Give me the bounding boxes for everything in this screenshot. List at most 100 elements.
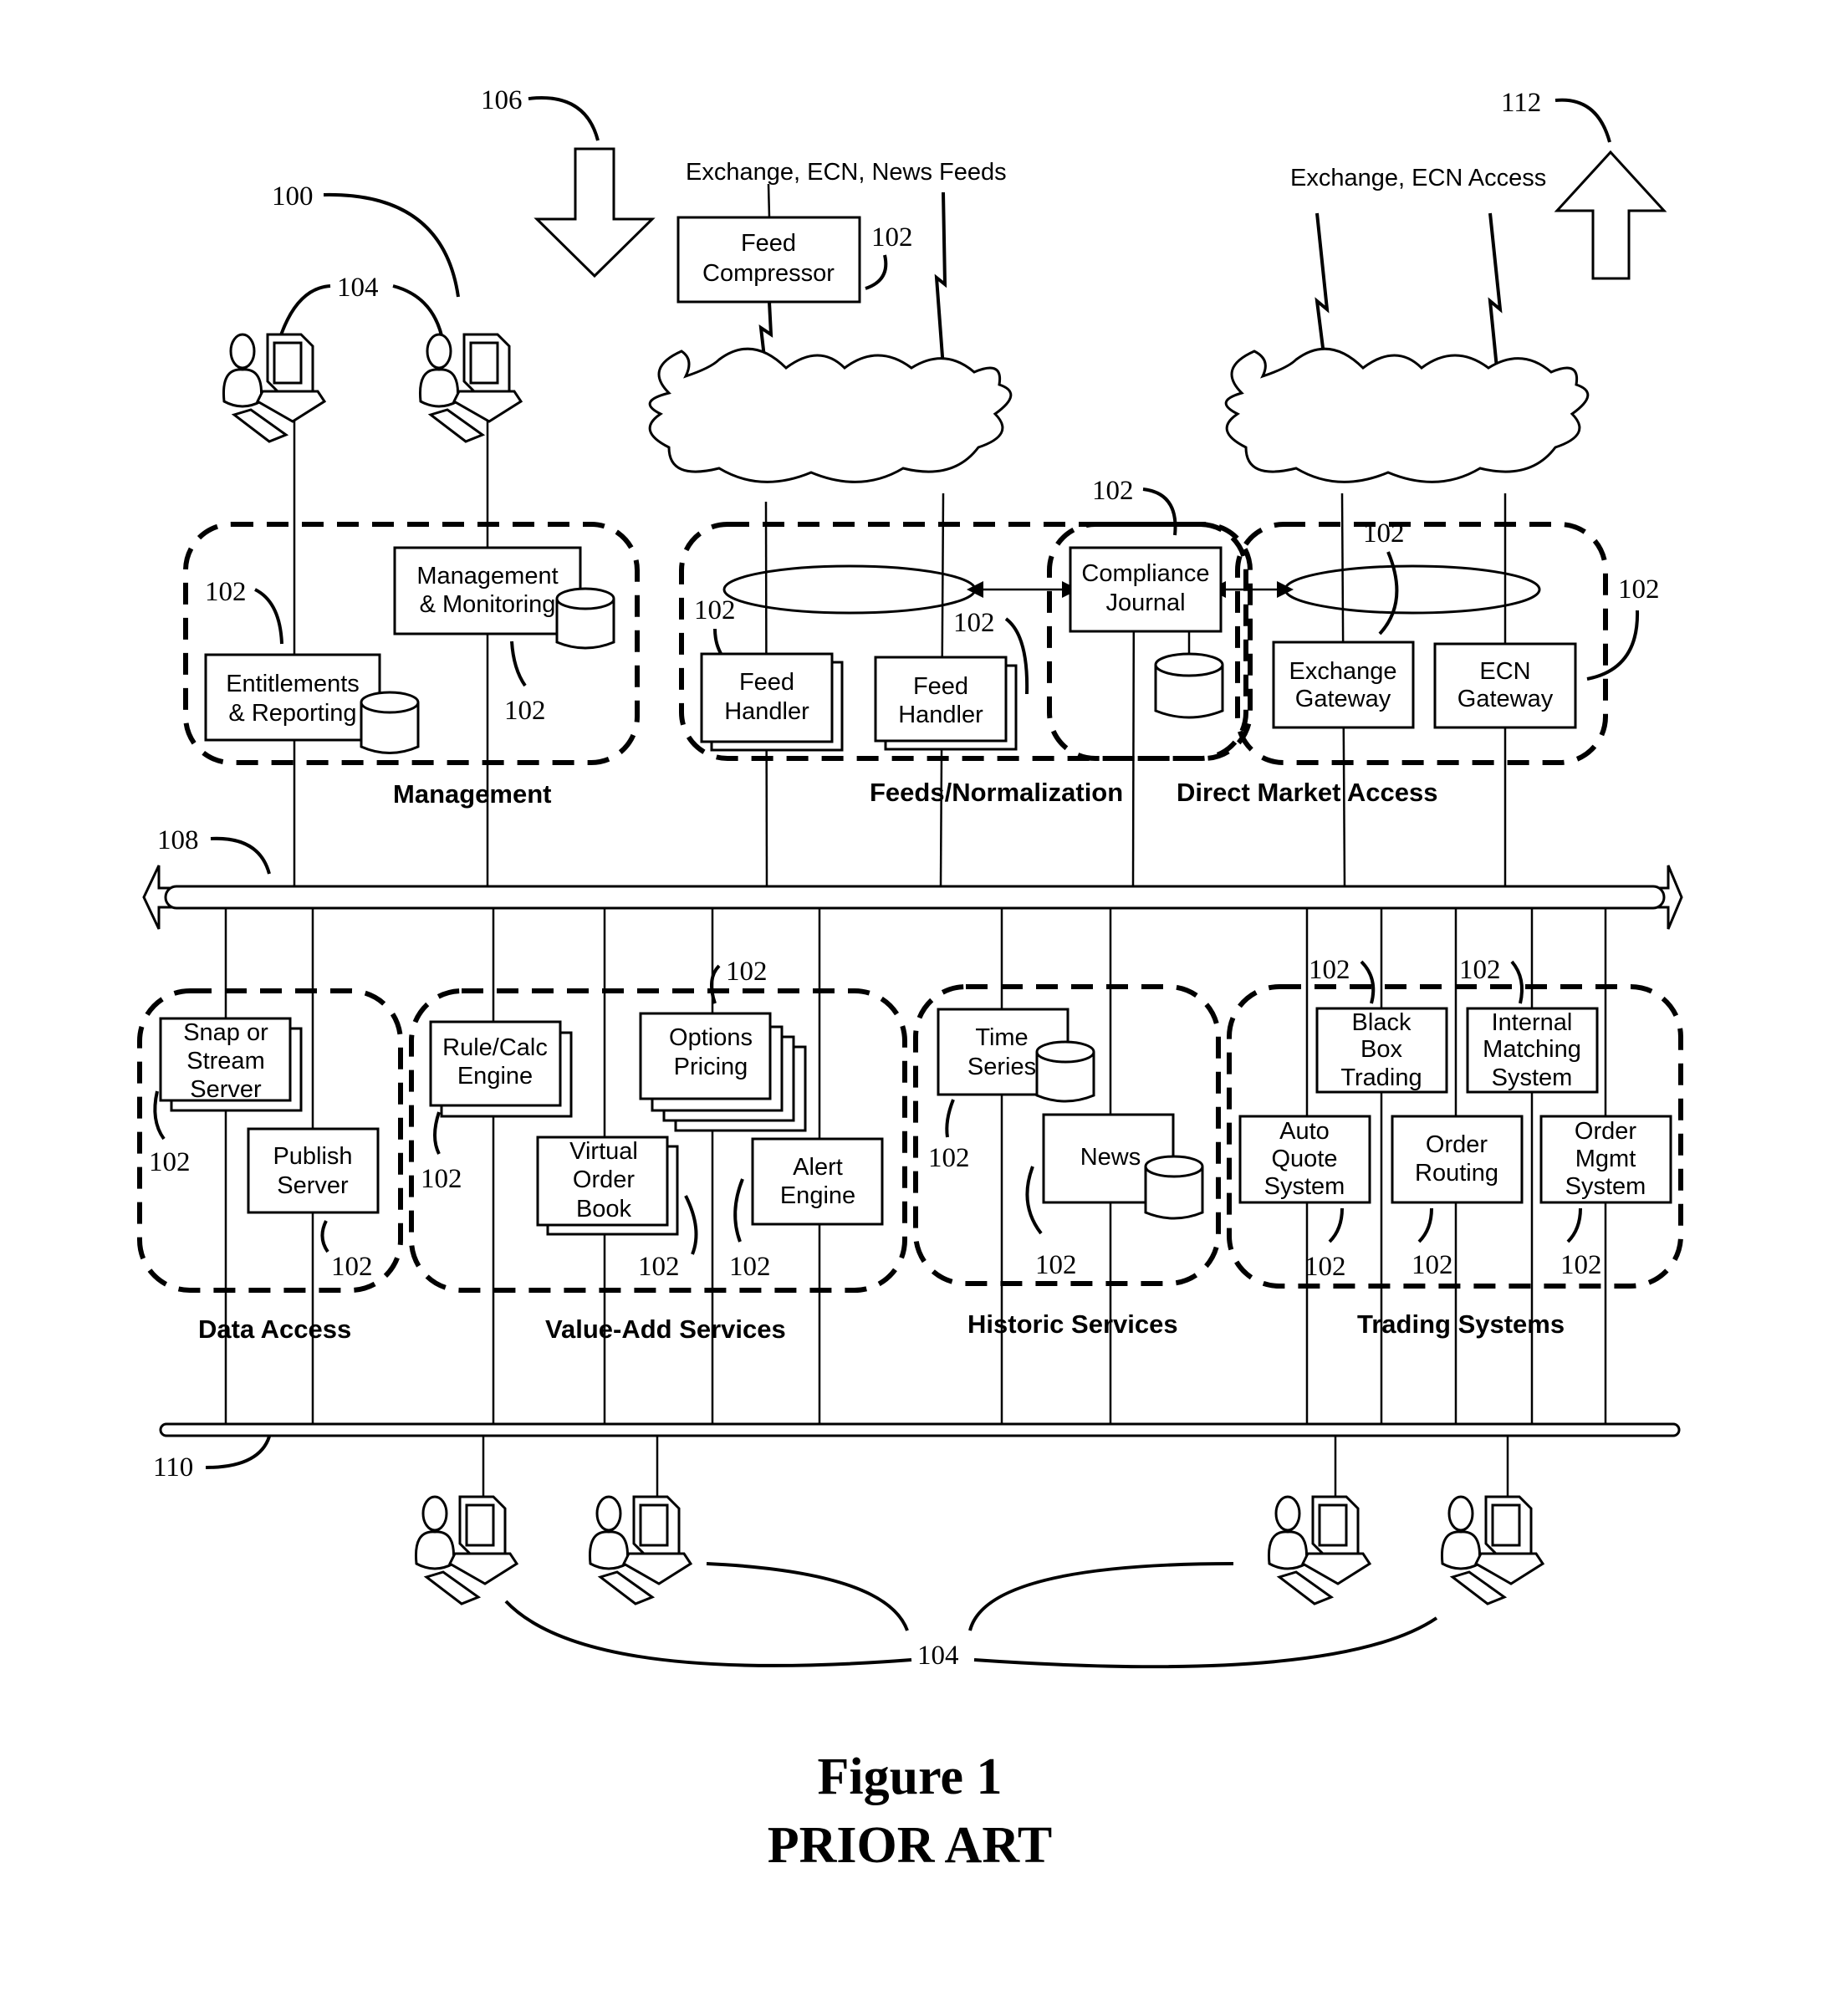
internal-line3: System <box>1492 1064 1573 1091</box>
ref-102-vob: 102 <box>638 1252 680 1282</box>
rulecalc-line2: Engine <box>457 1063 533 1090</box>
figure-caption: Figure 1 <box>818 1748 1003 1805</box>
autoquote-line3: System <box>1264 1173 1345 1200</box>
ref-102-rulecalc: 102 <box>421 1164 462 1194</box>
blackbox-line3: Trading <box>1340 1064 1422 1091</box>
group-label-trading: Trading Systems <box>1357 1309 1565 1339</box>
exchange-gw-line1: Exchange <box>1289 658 1397 685</box>
market-network-cloud-left <box>648 347 1013 483</box>
group-label-dma: Direct Market Access <box>1177 778 1437 807</box>
blackbox-line1: Black <box>1352 1009 1412 1036</box>
user-workstation-icon <box>588 1495 692 1605</box>
ref-102-internal: 102 <box>1459 955 1501 985</box>
ref-102-compressor: 102 <box>871 222 913 253</box>
ref-104-top: 104 <box>337 273 379 303</box>
vob-line3: Book <box>576 1196 632 1222</box>
ref-102-routing: 102 <box>1412 1250 1453 1280</box>
ref-102-autoquote: 102 <box>1304 1252 1346 1282</box>
exchange-gw-line2: Gateway <box>1295 686 1391 712</box>
ref-102-timeseries: 102 <box>928 1143 970 1173</box>
options-line2: Pricing <box>674 1054 748 1080</box>
access-link-icon <box>1488 212 1503 369</box>
exchange-gateway-box[interactable] <box>1272 641 1415 729</box>
group-label-historic: Historic Services <box>967 1309 1178 1339</box>
group-label-value-add: Value-Add Services <box>545 1314 786 1344</box>
autoquote-line1: Auto <box>1279 1118 1330 1145</box>
news-line1: News <box>1080 1144 1141 1171</box>
feed-compressor-line1: Feed <box>741 230 796 257</box>
ref-102-fh1: 102 <box>694 595 736 625</box>
internal-line2: Matching <box>1483 1036 1581 1063</box>
snap-line1: Snap or <box>183 1019 268 1046</box>
publish-line2: Server <box>277 1172 349 1199</box>
timeseries-line1: Time <box>975 1024 1028 1051</box>
ref-102-exchange: 102 <box>1363 518 1405 549</box>
feed-link-icon <box>934 191 947 369</box>
group-label-feeds: Feeds/Normalization <box>870 778 1123 807</box>
ordermgmt-line3: System <box>1565 1173 1646 1200</box>
user-workstation-icon <box>1267 1495 1371 1605</box>
outbound-arrow-icon <box>1554 150 1667 280</box>
vob-line1: Virtual <box>569 1138 638 1165</box>
routing-line1: Order <box>1426 1131 1488 1158</box>
compliance-line1: Compliance <box>1081 560 1209 587</box>
feed-handler-2-line2: Handler <box>898 702 983 728</box>
publish-server-box[interactable] <box>247 1127 380 1214</box>
autoquote-line2: Quote <box>1272 1146 1338 1172</box>
leader-106 <box>528 96 600 141</box>
ref-102-snap: 102 <box>149 1147 191 1177</box>
user-workstation-icon <box>1440 1495 1544 1605</box>
internal-line1: Internal <box>1492 1009 1573 1036</box>
dma-bus-ellipse <box>1284 564 1541 615</box>
ref-104-bottom: 104 <box>917 1641 959 1671</box>
user-workstation-icon <box>414 1495 518 1605</box>
ordermgmt-line1: Order <box>1575 1118 1636 1145</box>
ref-108: 108 <box>157 825 199 855</box>
ref-102-compliance: 102 <box>1092 476 1134 506</box>
feed-handler-1-line1: Feed <box>739 669 794 696</box>
blackbox-line2: Box <box>1360 1036 1402 1063</box>
ref-102-blackbox: 102 <box>1309 955 1350 985</box>
ordermgmt-line2: Mgmt <box>1575 1146 1636 1172</box>
feed-handler-2-line1: Feed <box>913 673 968 700</box>
ref-110: 110 <box>153 1452 193 1483</box>
market-network-cloud-right <box>1224 347 1590 483</box>
mgmt-monitoring-line1: Management <box>416 563 558 590</box>
timeseries-line2: Series <box>967 1054 1036 1080</box>
routing-line2: Routing <box>1415 1160 1498 1187</box>
ref-106: 106 <box>481 85 523 115</box>
ref-102-ecn: 102 <box>1618 574 1660 605</box>
entitlements-line2: & Reporting <box>228 700 356 727</box>
publish-line1: Publish <box>273 1143 352 1170</box>
ref-102-mgmt: 102 <box>504 696 546 726</box>
ecn-gw-line1: ECN <box>1479 658 1530 685</box>
ref-102-ordermgmt: 102 <box>1560 1250 1602 1280</box>
ref-112: 112 <box>1501 88 1541 118</box>
client-bus-110 <box>159 1422 1681 1437</box>
ref-100: 100 <box>272 181 314 212</box>
rulecalc-line1: Rule/Calc <box>442 1034 548 1061</box>
alert-line2: Engine <box>780 1182 855 1209</box>
feed-compressor-line2: Compressor <box>702 260 835 287</box>
feeds-bus-ellipse <box>722 564 977 615</box>
architecture-diagram: 106 112 100 104 Exchange, ECN, News Feed… <box>137 85 1683 1874</box>
access-label: Exchange, ECN Access <box>1290 165 1546 191</box>
alert-engine-box[interactable] <box>751 1137 884 1226</box>
ref-102-alert: 102 <box>729 1252 771 1282</box>
group-label-data-access: Data Access <box>198 1314 351 1344</box>
figure-subcaption: PRIOR ART <box>768 1817 1053 1874</box>
alert-line1: Alert <box>793 1154 843 1181</box>
entitlements-reporting-box[interactable] <box>204 653 381 742</box>
access-link-icon <box>1315 212 1330 369</box>
group-label-management: Management <box>393 779 551 809</box>
ecn-gw-line2: Gateway <box>1457 686 1554 712</box>
ref-102-fh2: 102 <box>953 608 995 638</box>
inbound-arrow-icon <box>533 147 656 278</box>
compliance-line2: Journal <box>1105 590 1185 616</box>
user-workstation-icon <box>418 333 523 443</box>
ref-102-publish: 102 <box>331 1252 373 1282</box>
ref-102-entitlements: 102 <box>205 577 247 607</box>
vob-line2: Order <box>573 1166 635 1193</box>
ref-102-news: 102 <box>1035 1250 1077 1280</box>
leader-112 <box>1554 98 1611 143</box>
